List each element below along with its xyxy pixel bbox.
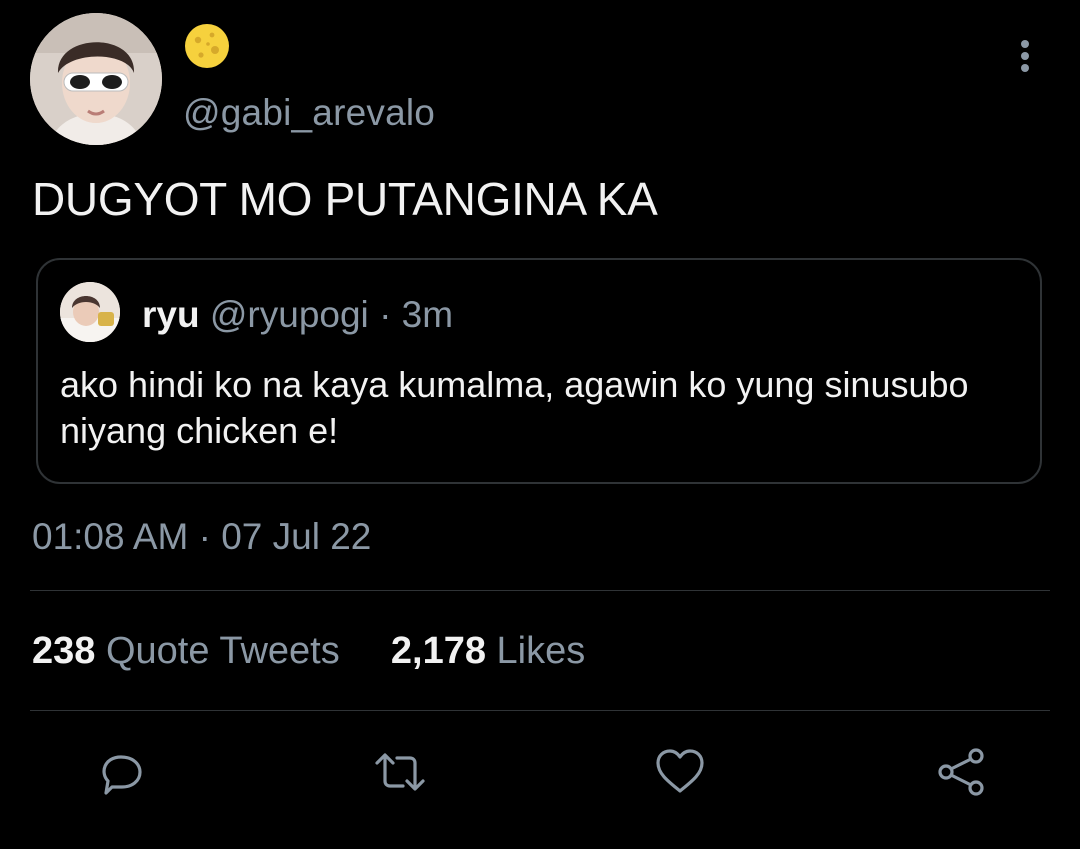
retweet-button[interactable]: [373, 745, 427, 799]
quoted-tweet-header: ryu @ryupogi · 3m: [142, 294, 453, 336]
tweet-timestamp: 01:08 AM · 07 Jul 22: [32, 516, 372, 557]
likes-stat[interactable]: 2,178 Likes: [391, 630, 585, 672]
tweet-stats: 238 Quote Tweets 2,178 Likes: [32, 630, 585, 673]
more-options-icon[interactable]: [1008, 36, 1044, 76]
quoted-author-name[interactable]: ryu: [142, 294, 200, 335]
retweet-icon: [375, 753, 425, 791]
divider: [30, 590, 1050, 591]
likes-count: 2,178: [390, 630, 486, 672]
likes-label: Likes: [496, 630, 586, 672]
full-moon-icon: [185, 24, 229, 68]
quoted-tweet-card[interactable]: ryu @ryupogi · 3m ako hindi ko na kaya k…: [36, 258, 1042, 484]
quote-tweets-stat[interactable]: 238 Quote Tweets: [32, 630, 350, 672]
author-avatar[interactable]: [30, 13, 162, 145]
quoted-author-handle[interactable]: @ryupogi: [210, 294, 369, 335]
like-icon: [656, 749, 704, 793]
quote-tweets-label: Quote Tweets: [105, 630, 340, 672]
quoted-separator: ·: [379, 294, 392, 335]
author-display-name[interactable]: [183, 22, 231, 70]
quote-tweets-count: 238: [32, 630, 96, 672]
author-handle[interactable]: @gabi_arevalo: [183, 92, 435, 134]
reply-icon: [102, 755, 142, 795]
quoted-tweet-time: 3m: [401, 294, 454, 335]
share-icon: [938, 748, 984, 796]
like-button[interactable]: [653, 745, 707, 799]
divider: [30, 710, 1050, 711]
reply-button[interactable]: [94, 745, 148, 799]
quoted-tweet-text: ako hindi ko na kaya kumalma, agawin ko …: [60, 364, 969, 451]
quoted-author-avatar[interactable]: [60, 282, 120, 342]
tweet-text: DUGYOT MO PUTANGINA KA: [32, 173, 658, 225]
share-button[interactable]: [934, 745, 988, 799]
